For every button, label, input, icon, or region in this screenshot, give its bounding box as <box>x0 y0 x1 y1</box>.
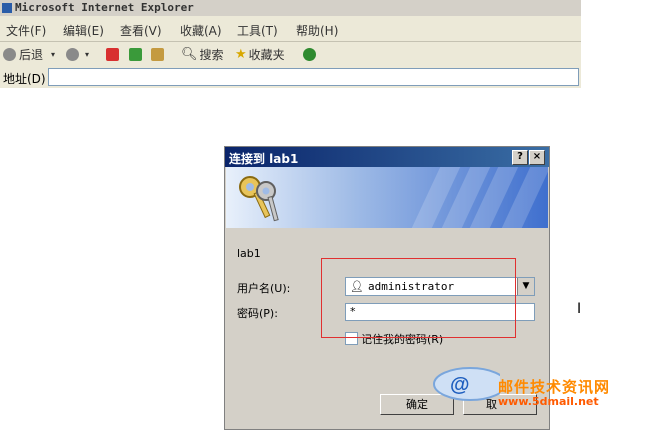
window-title: Microsoft Internet Explorer <box>15 1 194 14</box>
address-input[interactable] <box>48 68 579 86</box>
watermark: @ 邮件技术资讯网 www.5dmail.net <box>430 362 630 414</box>
menu-edit[interactable]: 编辑(E) <box>63 22 104 39</box>
search-icon: 🔍︎ <box>181 46 198 62</box>
home-button[interactable] <box>151 46 164 62</box>
menu-view[interactable]: 查看(V) <box>120 22 162 39</box>
watermark-chinese: 邮件技术资讯网 <box>498 378 611 396</box>
menu-tools[interactable]: 工具(T) <box>237 22 278 39</box>
media-icon <box>303 47 316 61</box>
refresh-button[interactable] <box>129 46 142 62</box>
menu-bar: 文件(F) 编辑(E) 查看(V) 收藏(A) 工具(T) 帮助(H) <box>0 16 581 42</box>
media-button[interactable] <box>303 46 316 62</box>
forward-arrow-icon <box>66 47 79 61</box>
toolbar: 后退 ▾ ▾ 🔍︎ 搜索 ★ 收藏夹 <box>0 42 581 67</box>
keys-icon <box>239 176 279 222</box>
refresh-icon <box>129 47 142 61</box>
ie-logo-icon <box>2 3 12 13</box>
home-icon <box>151 47 164 61</box>
address-bar: 地址(D) <box>0 66 581 88</box>
address-label: 地址(D) <box>3 72 46 86</box>
menu-help[interactable]: 帮助(H) <box>296 22 338 39</box>
dialog-title: 连接到 lab1 <box>229 152 299 166</box>
stop-icon <box>106 47 119 61</box>
forward-dropdown-icon[interactable]: ▾ <box>85 50 89 59</box>
close-button[interactable]: × <box>529 150 545 165</box>
watermark-url: www.5dmail.net <box>498 395 599 408</box>
help-button[interactable]: ? <box>512 150 528 165</box>
svg-text:@: @ <box>450 374 470 396</box>
back-dropdown-icon[interactable]: ▾ <box>51 50 55 59</box>
text-cursor-icon: I <box>577 301 582 317</box>
dialog-banner <box>226 167 548 228</box>
stop-button[interactable] <box>106 46 119 62</box>
dialog-title-bar: 连接到 lab1 ? × <box>225 147 549 167</box>
favorites-label: 收藏夹 <box>248 47 285 62</box>
back-button[interactable]: 后退 ▾ <box>3 46 55 62</box>
server-label: lab1 <box>237 247 261 260</box>
favorites-button[interactable]: ★ 收藏夹 <box>235 46 285 62</box>
highlight-box <box>321 258 516 338</box>
password-label: 密码(P): <box>237 307 278 320</box>
chevron-down-icon[interactable]: ▼ <box>517 278 534 295</box>
username-label: 用户名(U): <box>237 282 291 295</box>
forward-button[interactable]: ▾ <box>66 46 89 62</box>
menu-favorites[interactable]: 收藏(A) <box>180 22 222 39</box>
ie-title-bar: Microsoft Internet Explorer <box>0 0 581 16</box>
star-icon: ★ <box>235 46 247 62</box>
back-arrow-icon <box>3 47 16 61</box>
watermark-logo-icon: @ <box>433 367 500 401</box>
search-button[interactable]: 🔍︎ 搜索 <box>181 46 224 62</box>
menu-file[interactable]: 文件(F) <box>6 22 46 39</box>
back-label: 后退 <box>19 47 44 62</box>
search-label: 搜索 <box>199 47 224 62</box>
